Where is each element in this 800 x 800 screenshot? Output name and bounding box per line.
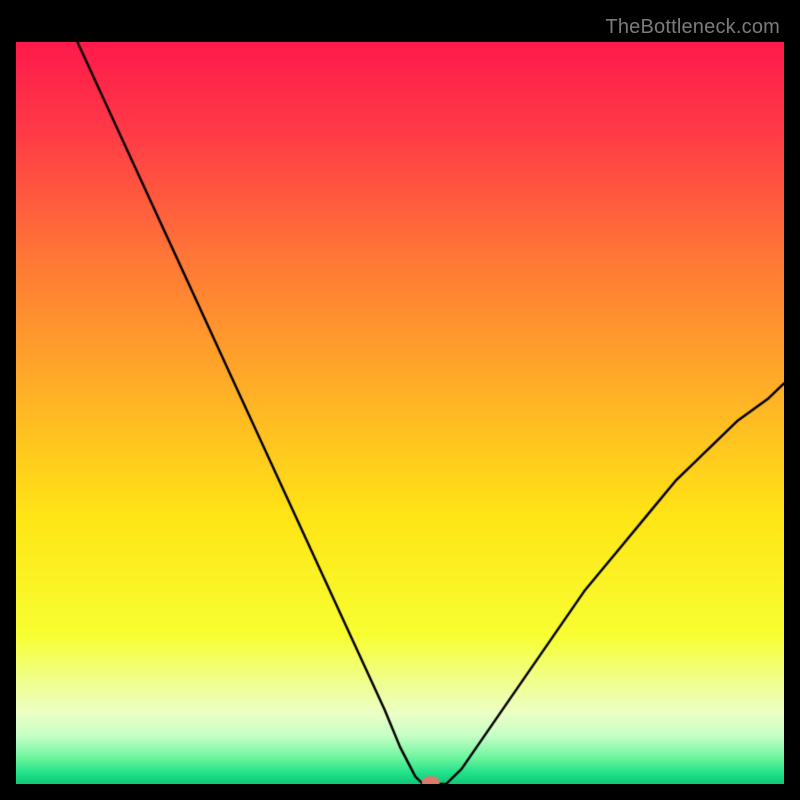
bottleneck-chart-canvas [16,42,784,784]
watermark-label: TheBottleneck.com [605,16,780,39]
chart-frame: TheBottleneck.com [16,16,784,784]
